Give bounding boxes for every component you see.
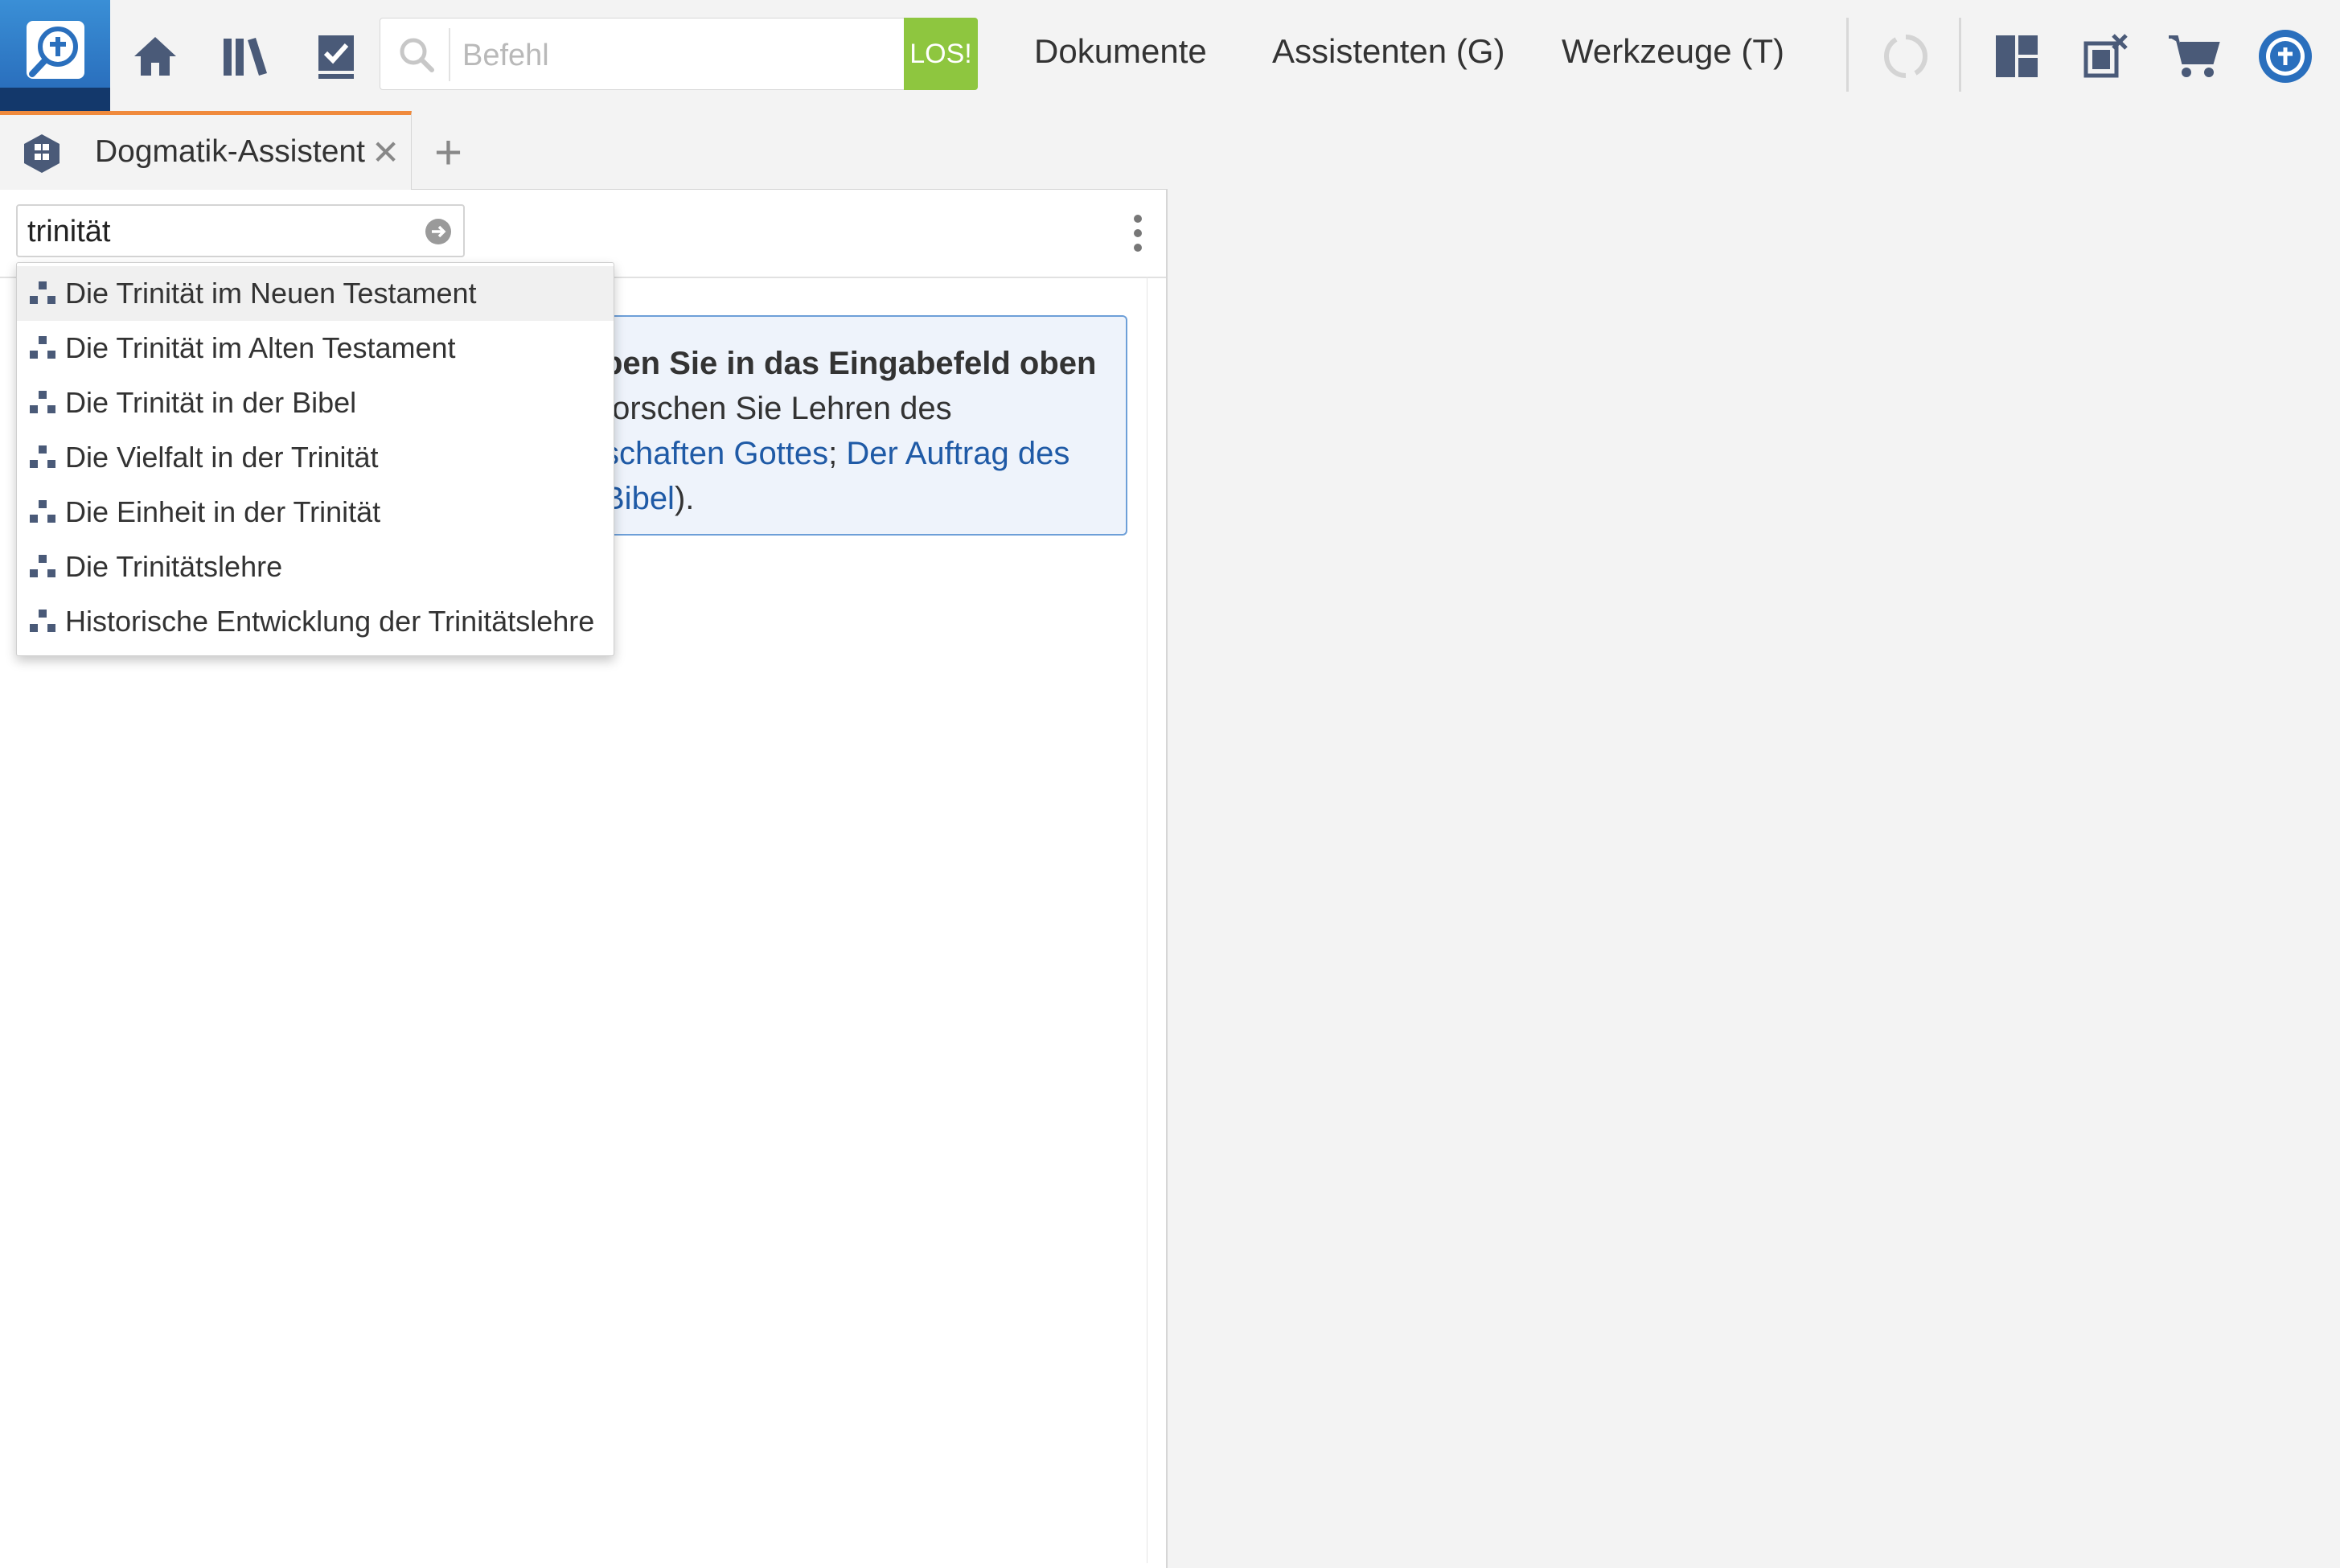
menu-documents[interactable]: Dokumente: [1034, 32, 1207, 71]
arrow-right-circle-icon[interactable]: [424, 217, 453, 246]
library-icon: [224, 38, 267, 76]
toolbar-divider: [1846, 18, 1849, 92]
suggestion-label: Historische Entwicklung der Trinitätsleh…: [65, 605, 595, 638]
topic-icon: [30, 445, 55, 468]
suggestion-label: Die Trinität im Alten Testament: [65, 331, 456, 364]
info-separator: ;: [828, 436, 847, 471]
suggestion-label: Die Trinität im Neuen Testament: [65, 277, 477, 310]
suggestion-item[interactable]: Die Trinitätslehre: [17, 540, 614, 594]
more-vertical-icon[interactable]: [1122, 211, 1154, 256]
menu-guides[interactable]: Assistenten (G): [1272, 32, 1505, 71]
cart-icon: [2169, 35, 2220, 77]
command-divider: [449, 28, 450, 81]
close-panels-button[interactable]: [2073, 24, 2137, 88]
add-tab-button[interactable]: +: [434, 121, 462, 185]
info-bold-text: ben Sie in das Eingabefeld oben: [603, 346, 1097, 381]
suggestion-item[interactable]: Die Trinität im Alten Testament: [17, 321, 614, 376]
suggestion-label: Die Einheit in der Trinität: [65, 495, 381, 528]
suggestion-item[interactable]: Historische Entwicklung der Trinitätsleh…: [17, 594, 614, 649]
search-icon: [400, 38, 434, 72]
layout-button[interactable]: [1985, 24, 2049, 88]
account-icon: [2259, 30, 2312, 83]
topic-icon: [30, 500, 55, 523]
go-button[interactable]: LOS!: [904, 18, 978, 90]
suggestion-item[interactable]: Die Trinität im Neuen Testament: [17, 266, 614, 321]
cart-button[interactable]: [2161, 24, 2226, 88]
tab-close-button[interactable]: ✕: [372, 133, 400, 172]
tab-label: Dogmatik-Assistent: [95, 134, 365, 169]
logos-search-button[interactable]: [0, 0, 110, 113]
suggestion-item[interactable]: Die Trinität in der Bibel: [17, 376, 614, 430]
account-button[interactable]: [2253, 24, 2317, 88]
info-text: forschen Sie Lehren des: [603, 391, 952, 426]
sync-icon: [1883, 35, 1928, 78]
topic-search-box: [16, 204, 465, 257]
suggestion-label: Die Vielfalt in der Trinität: [65, 441, 379, 474]
topic-icon: [30, 555, 55, 577]
home-button[interactable]: [123, 24, 187, 88]
checklist-icon: [318, 35, 354, 79]
menu-tools[interactable]: Werkzeuge (T): [1562, 32, 1784, 71]
library-button[interactable]: [214, 24, 278, 88]
suggestion-item[interactable]: Die Einheit in der Trinität: [17, 485, 614, 540]
command-input[interactable]: [461, 30, 866, 81]
suggestion-label: Die Trinitätslehre: [65, 550, 283, 583]
suggestion-dropdown: Die Trinität im Neuen Testament Die Trin…: [16, 262, 614, 656]
layout-icon: [1996, 35, 2038, 77]
logos-search-icon: [27, 21, 84, 79]
tab-dogmatik-assistent[interactable]: Dogmatik-Assistent ✕: [0, 111, 412, 190]
topic-icon: [30, 391, 55, 413]
info-link-attributes[interactable]: schaften Gottes: [603, 436, 828, 471]
reading-plan-button[interactable]: [304, 24, 368, 88]
info-end: ).: [674, 481, 695, 516]
info-link-mission[interactable]: Der Auftrag des: [846, 436, 1069, 471]
guide-icon: [24, 134, 60, 173]
toolbar-divider: [1959, 18, 1961, 92]
suggestion-item[interactable]: Die Vielfalt in der Trinität: [17, 430, 614, 485]
top-toolbar: LOS! Dokumente Assistenten (G) Werkzeuge…: [0, 0, 2340, 113]
command-box: [380, 18, 978, 90]
topic-search-input[interactable]: [26, 207, 415, 256]
topic-icon: [30, 610, 55, 632]
topic-icon: [30, 281, 55, 304]
close-panels-icon: [2083, 34, 2128, 78]
suggestion-label: Die Trinität in der Bibel: [65, 386, 357, 419]
topic-icon: [30, 336, 55, 359]
home-icon: [134, 37, 176, 76]
sync-button[interactable]: [1874, 24, 1938, 88]
